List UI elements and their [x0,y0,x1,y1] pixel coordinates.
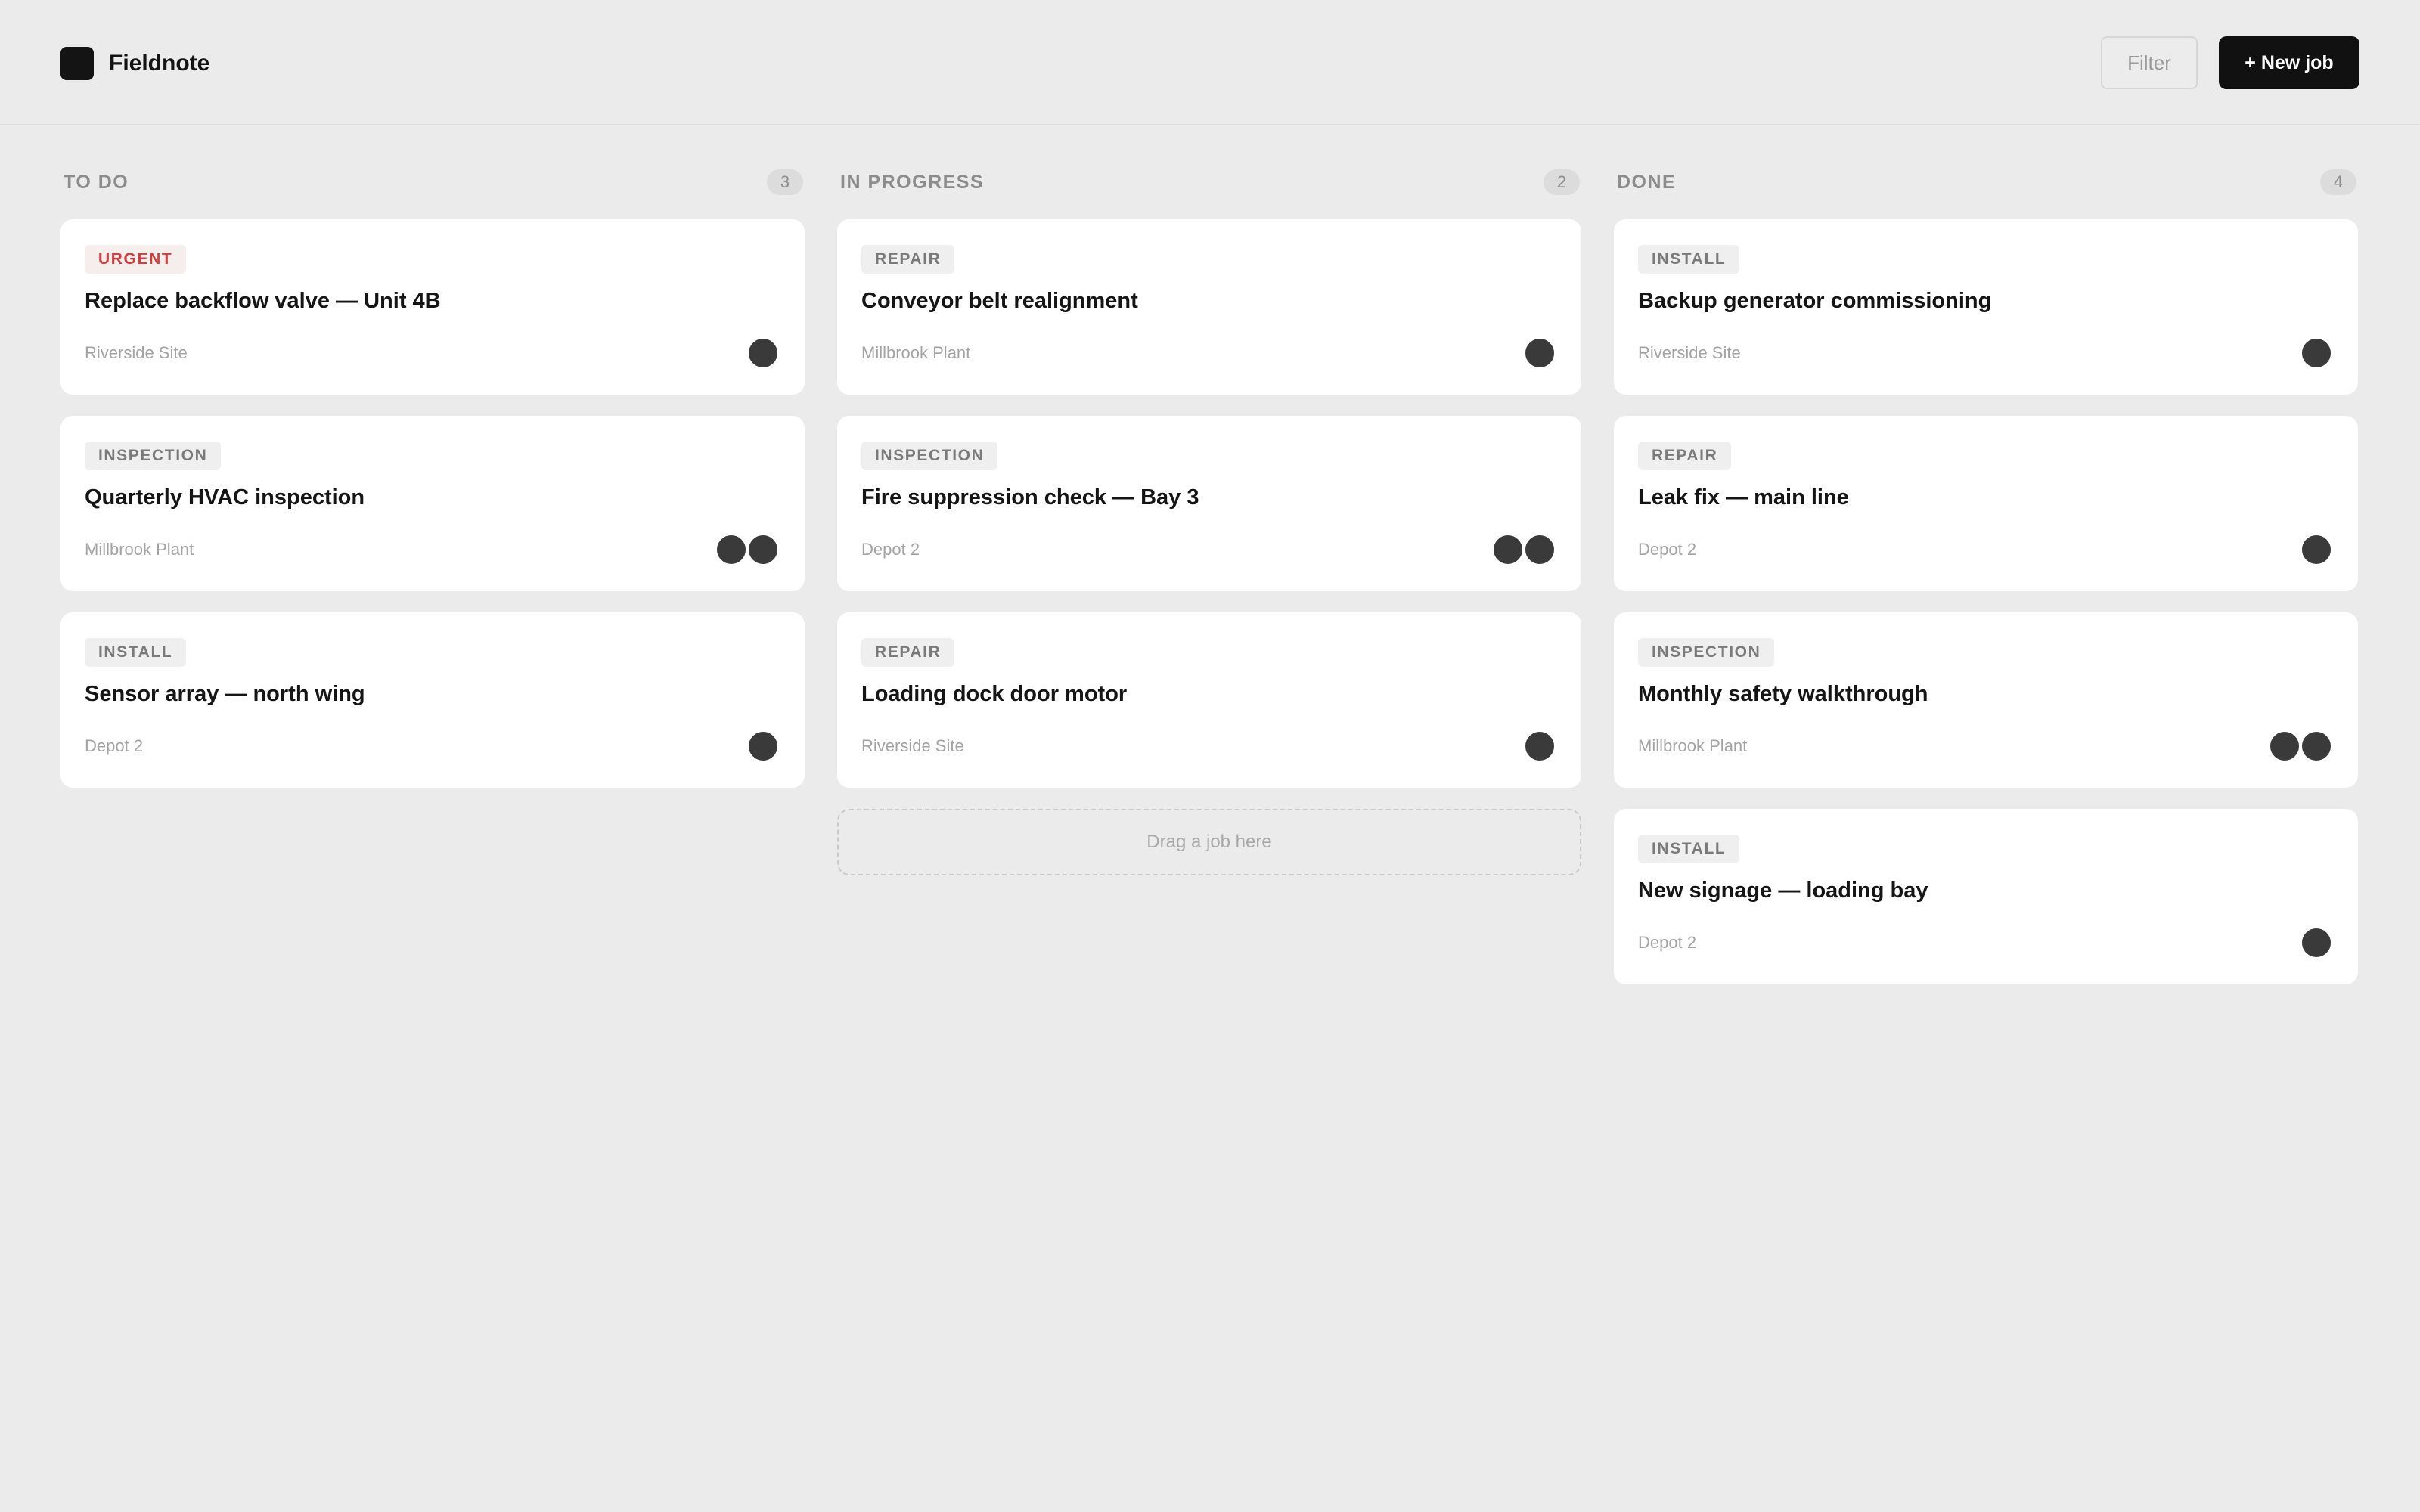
assignee-avatars [2269,730,2332,762]
job-title: Quarterly HVAC inspection [85,485,365,510]
top-bar: Fieldnote Filter + New job [0,0,2420,125]
assignee-avatars [747,730,779,762]
assignee-avatars [2301,534,2332,565]
new-job-button[interactable]: + New job [2219,36,2360,89]
card-list: URGENT Replace backflow valve — Unit 4B … [60,219,805,788]
job-card[interactable]: INSPECTION Monthly safety walkthrough Mi… [1614,612,2358,788]
tag-badge: URGENT [85,245,187,274]
job-site: Millbrook Plant [861,343,971,362]
avatar [715,534,747,565]
tag-badge: REPAIR [861,245,955,274]
job-title: Backup generator commissioning [1638,289,1992,313]
tag-badge: REPAIR [1638,442,1732,470]
column-count-badge: 2 [1544,169,1580,195]
column-to-do: TO DO 3 URGENT Replace backflow valve — … [60,168,805,788]
app-name: Fieldnote [109,51,210,76]
job-card[interactable]: INSPECTION Fire suppression check — Bay … [837,416,1581,591]
assignee-avatars [1492,534,1556,565]
column-header: IN PROGRESS 2 [837,168,1581,197]
assignee-avatars [2301,337,2332,369]
tag-badge: INSTALL [1638,245,1740,274]
job-site: Millbrook Plant [1638,736,1748,755]
avatar [1524,337,1556,369]
job-site: Riverside Site [85,343,188,362]
job-card[interactable]: INSTALL Sensor array — north wing Depot … [60,612,805,788]
column-header: DONE 4 [1614,168,2358,197]
avatar [1524,534,1556,565]
job-title: Conveyor belt realignment [861,289,1138,313]
avatar [1492,534,1524,565]
card-list: REPAIR Conveyor belt realignment Millbro… [837,219,1581,875]
job-card[interactable]: REPAIR Loading dock door motor Riverside… [837,612,1581,788]
column-done: DONE 4 INSTALL Backup generator commissi… [1614,168,2358,984]
avatar [2301,337,2332,369]
job-card[interactable]: URGENT Replace backflow valve — Unit 4B … [60,219,805,395]
job-title: Replace backflow valve — Unit 4B [85,289,441,313]
job-site: Riverside Site [1638,343,1741,362]
column-in-progress: IN PROGRESS 2 REPAIR Conveyor belt reali… [837,168,1581,875]
job-title: Leak fix — main line [1638,485,1849,510]
column-title: DONE [1617,171,1677,193]
job-card[interactable]: INSTALL Backup generator commissioning R… [1614,219,2358,395]
assignee-avatars [715,534,779,565]
brand[interactable]: Fieldnote [60,47,209,80]
column-title: TO DO [64,171,129,193]
job-card[interactable]: REPAIR Leak fix — main line Depot 2 [1614,416,2358,591]
drop-zone[interactable]: Drag a job here [837,809,1581,875]
column-count-badge: 3 [767,169,803,195]
job-site: Riverside Site [861,736,964,755]
assignee-avatars [1524,337,1556,369]
job-title: Sensor array — north wing [85,682,365,706]
avatar [2269,730,2301,762]
job-title: Loading dock door motor [861,682,1128,706]
tag-badge: INSPECTION [861,442,998,470]
filter-button[interactable]: Filter [2101,36,2198,89]
assignee-avatars [2301,927,2332,959]
job-title: New signage — loading bay [1638,878,1928,903]
avatar [747,337,779,369]
avatar [747,534,779,565]
avatar [2301,927,2332,959]
tag-badge: REPAIR [861,638,955,667]
column-count-badge: 4 [2320,169,2356,195]
assignee-avatars [1524,730,1556,762]
job-site: Depot 2 [85,736,144,755]
job-card[interactable]: INSPECTION Quarterly HVAC inspection Mil… [60,416,805,591]
logo-icon [60,47,94,80]
avatar [2301,534,2332,565]
job-card[interactable]: INSTALL New signage — loading bay Depot … [1614,809,2358,984]
job-card[interactable]: REPAIR Conveyor belt realignment Millbro… [837,219,1581,395]
job-site: Depot 2 [1638,933,1697,952]
assignee-avatars [747,337,779,369]
job-title: Fire suppression check — Bay 3 [861,485,1199,510]
avatar [747,730,779,762]
job-site: Depot 2 [861,540,920,559]
avatar [1524,730,1556,762]
tag-badge: INSPECTION [1638,638,1775,667]
job-site: Millbrook Plant [85,540,194,559]
card-list: INSTALL Backup generator commissioning R… [1614,219,2358,984]
tag-badge: INSPECTION [85,442,222,470]
avatar [2301,730,2332,762]
tag-badge: INSTALL [1638,835,1740,863]
column-title: IN PROGRESS [840,171,985,193]
job-title: Monthly safety walkthrough [1638,682,1928,706]
column-header: TO DO 3 [60,168,805,197]
tag-badge: INSTALL [85,638,187,667]
job-site: Depot 2 [1638,540,1697,559]
